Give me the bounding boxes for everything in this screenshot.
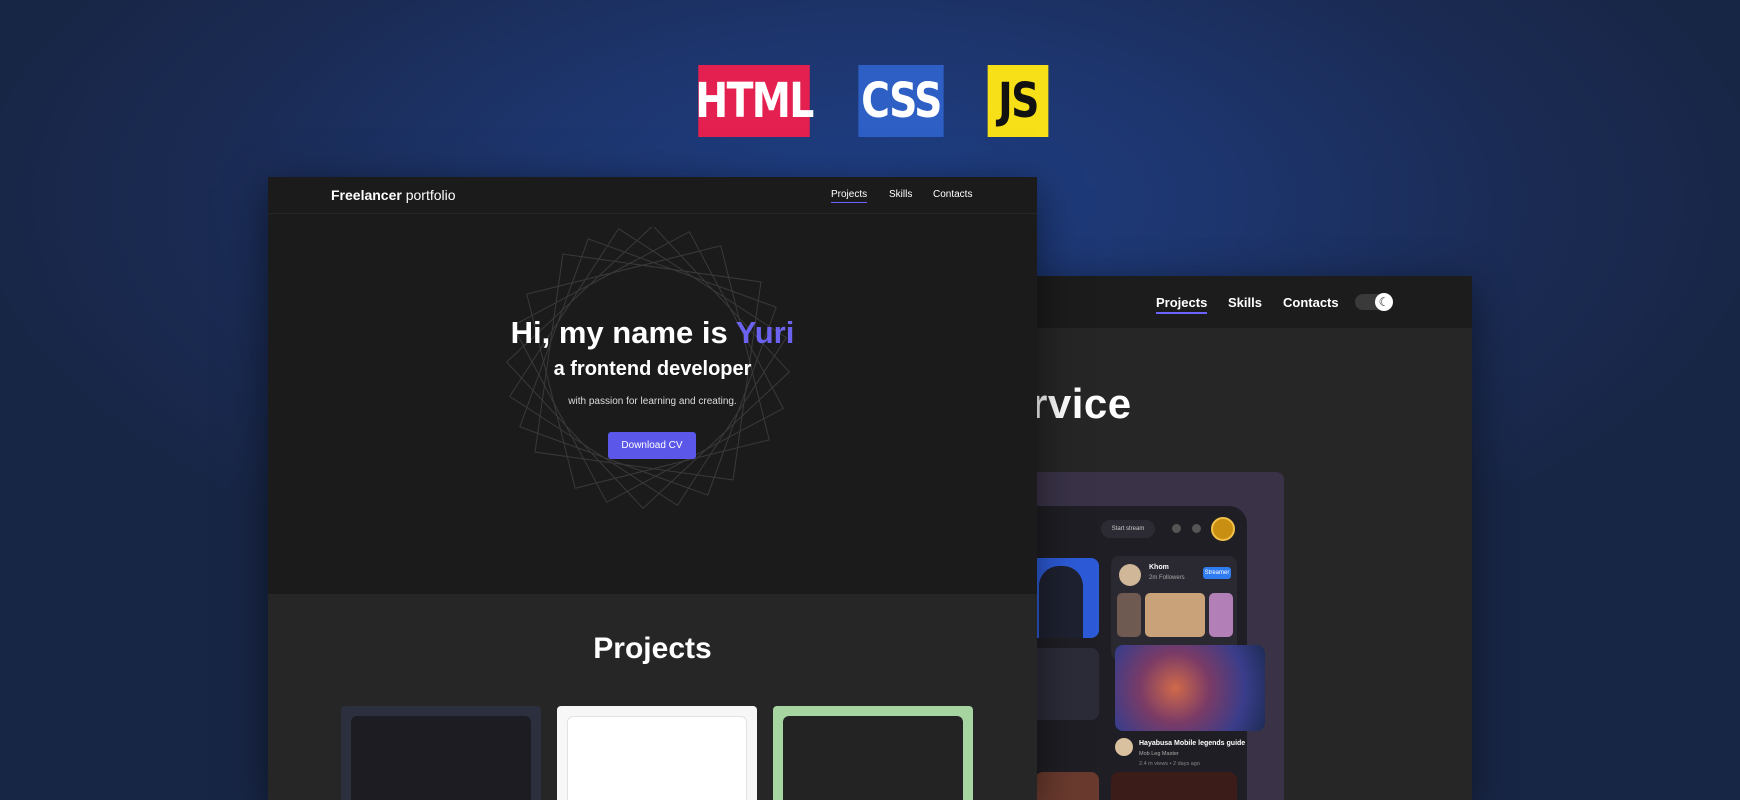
player-card: [1035, 558, 1099, 638]
video-channel: Mob Leg Master: [1139, 751, 1179, 757]
chat-icon: [1172, 524, 1181, 533]
project-preview: [567, 716, 747, 800]
video-thumbnail[interactable]: [1035, 772, 1099, 800]
front-window-screenshot: Freelancer portfolio Projects Skills Con…: [268, 177, 1037, 800]
moon-icon: ☾: [1375, 293, 1393, 311]
nav-projects[interactable]: Projects: [831, 189, 868, 203]
project-card[interactable]: [341, 706, 541, 800]
avatar: [1115, 738, 1133, 756]
start-stream-button[interactable]: Start stream: [1101, 520, 1155, 538]
projects-title: Projects: [593, 632, 712, 665]
hero-heading: Hi, my name is Yuri: [510, 315, 795, 350]
js-badge: JS: [987, 65, 1049, 137]
video-meta: 2.4 m views • 2 days ago: [1139, 761, 1200, 767]
hero-tagline: with passion for learning and creating.: [568, 396, 737, 407]
section-title-fragment: rvice: [1035, 380, 1132, 427]
back-nav-projects[interactable]: Projects: [1156, 295, 1208, 314]
back-window-screenshot: Projects Skills Contacts ☾ rvice Start s…: [1035, 276, 1472, 800]
project-card[interactable]: [557, 706, 757, 800]
project-card[interactable]: [773, 706, 973, 800]
thumbnail[interactable]: [1145, 593, 1205, 637]
streamer-badge: Streamer: [1203, 567, 1231, 579]
theme-toggle[interactable]: ☾: [1355, 293, 1393, 311]
hero-name: Yuri: [735, 315, 795, 350]
hero-role: a frontend developer: [553, 358, 752, 380]
back-nav-bar: Projects Skills Contacts ☾: [1035, 276, 1472, 328]
project-preview: [783, 716, 963, 800]
streaming-app-preview: Start stream Khom 2m Followers Streamer …: [1035, 472, 1284, 800]
projects-section: Projects: [268, 594, 1037, 800]
thumbnail[interactable]: [1117, 593, 1141, 637]
bell-icon: [1192, 524, 1201, 533]
html-badge: HTML: [695, 65, 814, 137]
video-title[interactable]: Hayabusa Mobile legends guide: [1139, 740, 1245, 747]
nav-skills[interactable]: Skills: [889, 189, 912, 200]
thumbnail[interactable]: [1209, 593, 1233, 637]
streaming-app-window: Start stream Khom 2m Followers Streamer …: [1035, 506, 1265, 800]
front-nav-bar: Freelancer portfolio Projects Skills Con…: [268, 177, 1037, 214]
project-preview: [351, 716, 531, 800]
back-nav-contacts[interactable]: Contacts: [1283, 295, 1339, 310]
video-thumbnail[interactable]: [1111, 772, 1237, 800]
download-cv-button[interactable]: Download CV: [608, 432, 696, 459]
nav-contacts[interactable]: Contacts: [933, 189, 972, 200]
player-image: [1039, 566, 1083, 638]
video-thumbnail[interactable]: [1035, 648, 1099, 720]
site-logo[interactable]: Freelancer portfolio: [331, 187, 456, 203]
streamer-followers: 2m Followers: [1149, 575, 1185, 581]
featured-video-thumbnail[interactable]: [1115, 645, 1265, 731]
user-avatar[interactable]: [1211, 517, 1235, 541]
avatar: [1119, 564, 1141, 586]
css-badge: CSS: [858, 65, 944, 137]
streamer-name: Khom: [1149, 564, 1169, 571]
back-nav-skills[interactable]: Skills: [1228, 295, 1262, 310]
